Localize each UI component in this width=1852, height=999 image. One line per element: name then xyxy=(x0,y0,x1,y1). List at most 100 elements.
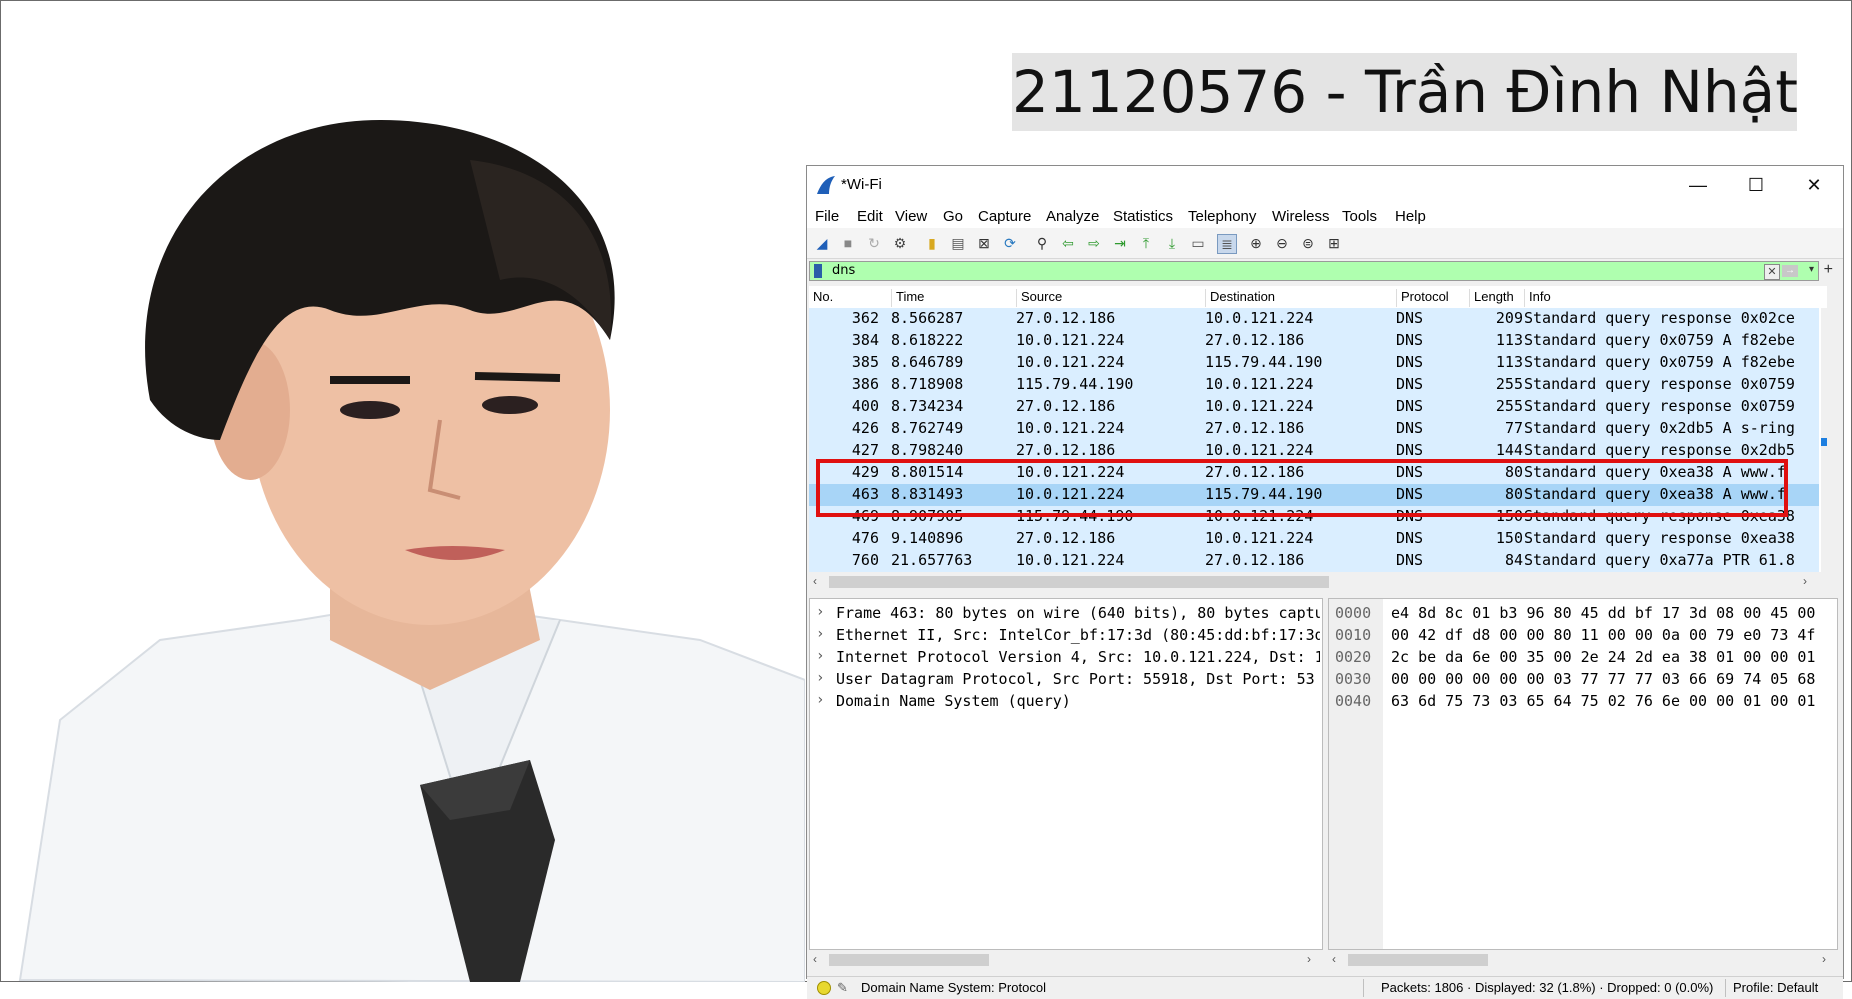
cell-len: 209 xyxy=(1495,309,1523,327)
add-filter-button[interactable]: + xyxy=(1824,261,1833,279)
display-filter-bar[interactable]: dns ✕ → ▾ xyxy=(809,261,1819,281)
menu-capture[interactable]: Capture xyxy=(978,208,1031,225)
close-file-icon[interactable]: ⊠ xyxy=(975,234,993,252)
packet-row[interactable]: 386 8.718908 115.79.44.190 10.0.121.224 DNS 2… xyxy=(809,374,1819,396)
detail-dns[interactable]: › Domain Name System (query) xyxy=(810,691,1320,713)
zoom-in-icon[interactable]: ⊕ xyxy=(1247,234,1265,252)
packet-row[interactable]: 760 21.657763 10.0.121.224 27.0.12.186 DNS 84… xyxy=(809,550,1819,572)
cell-proto: DNS xyxy=(1396,441,1424,459)
status-profile[interactable]: Profile: Default xyxy=(1733,980,1818,995)
find-packet-icon[interactable]: ⚲ xyxy=(1033,234,1051,252)
first-packet-icon[interactable]: ⤒ xyxy=(1137,234,1155,252)
cell-no: 760 xyxy=(851,551,879,569)
details-hscroll[interactable]: ‹ › xyxy=(809,950,1323,970)
packet-row[interactable]: 384 8.618222 10.0.121.224 27.0.12.186 DNS 113… xyxy=(809,330,1819,352)
stop-capture-icon[interactable]: ■ xyxy=(839,234,857,252)
maximize-button[interactable]: ☐ xyxy=(1733,170,1779,200)
last-packet-icon[interactable]: ⤓ xyxy=(1163,234,1181,252)
go-forward-icon[interactable]: ⇨ xyxy=(1085,234,1103,252)
detail-ethernet[interactable]: › Ethernet II, Src: IntelCor_bf:17:3d (80… xyxy=(810,625,1320,647)
cell-dst: 10.0.121.224 xyxy=(1205,441,1314,459)
auto-scroll-icon[interactable]: ▭ xyxy=(1189,234,1207,252)
open-file-icon[interactable]: ▮ xyxy=(923,234,941,252)
menu-file[interactable]: File xyxy=(815,208,839,225)
col-protocol[interactable]: Protocol xyxy=(1396,289,1449,307)
cell-dst: 10.0.121.224 xyxy=(1205,397,1314,415)
packet-row[interactable]: 385 8.646789 10.0.121.224 115.79.44.190 DNS 1… xyxy=(809,352,1819,374)
highlight-box xyxy=(816,459,1788,517)
capture-options-icon[interactable]: ⚙ xyxy=(891,234,909,252)
packet-row[interactable]: 362 8.566287 27.0.12.186 10.0.121.224 DNS 209… xyxy=(809,308,1819,330)
menu-view[interactable]: View xyxy=(895,208,927,225)
expand-icon[interactable]: › xyxy=(816,604,824,620)
go-back-icon[interactable]: ⇦ xyxy=(1059,234,1077,252)
packet-list-hscroll[interactable]: ‹ › xyxy=(809,572,1819,592)
cell-time: 8.798240 xyxy=(891,441,964,459)
bookmark-icon[interactable] xyxy=(814,264,822,278)
detail-frame[interactable]: › Frame 463: 80 bytes on wire (640 bits),… xyxy=(810,603,1320,625)
packet-details-pane: › Frame 463: 80 bytes on wire (640 bits),… xyxy=(809,598,1323,950)
hscroll-thumb[interactable] xyxy=(1348,954,1488,966)
filter-history-dropdown[interactable]: ▾ xyxy=(1809,264,1814,275)
resize-columns-icon[interactable]: ⊞ xyxy=(1325,234,1343,252)
menu-tools[interactable]: Tools xyxy=(1342,208,1377,225)
restart-capture-icon[interactable]: ↻ xyxy=(865,234,883,252)
hscroll-thumb[interactable] xyxy=(829,576,1329,588)
menu-go[interactable]: Go xyxy=(943,208,963,225)
bytes-hscroll[interactable]: ‹ › xyxy=(1328,950,1838,970)
scroll-right-icon[interactable]: › xyxy=(1803,574,1807,588)
cell-proto: DNS xyxy=(1396,331,1424,349)
bytes-row[interactable]: 0030 00 00 00 00 00 00 03 77 77 77 03 66 … xyxy=(1329,669,1837,691)
scroll-right-icon[interactable]: › xyxy=(1822,952,1826,966)
col-destination[interactable]: Destination xyxy=(1205,289,1275,307)
col-no[interactable]: No. xyxy=(809,289,833,307)
save-file-icon[interactable]: ▤ xyxy=(949,234,967,252)
clear-filter-button[interactable]: ✕ xyxy=(1764,264,1780,280)
detail-ipv4[interactable]: › Internet Protocol Version 4, Src: 10.0.… xyxy=(810,647,1320,669)
cell-info: Standard query response 0x2db5 xyxy=(1524,441,1795,459)
col-length[interactable]: Length xyxy=(1469,289,1514,307)
colorize-icon[interactable]: ≣ xyxy=(1217,234,1237,254)
edit-comment-icon[interactable]: ✎ xyxy=(837,980,848,996)
reload-file-icon[interactable]: ⟳ xyxy=(1001,234,1019,252)
cell-info: Standard query 0xa77a PTR 61.8 xyxy=(1524,551,1795,569)
normal-size-icon[interactable]: ⊜ xyxy=(1299,234,1317,252)
bytes-row[interactable]: 0010 00 42 df d8 00 00 80 11 00 00 0a 00 … xyxy=(1329,625,1837,647)
bytes-row[interactable]: 0000 e4 8d 8c 01 b3 96 80 45 dd bf 17 3d … xyxy=(1329,603,1837,625)
go-to-packet-icon[interactable]: ⇥ xyxy=(1111,234,1129,252)
menu-help[interactable]: Help xyxy=(1395,208,1426,225)
scroll-left-icon[interactable]: ‹ xyxy=(1332,952,1336,966)
zoom-out-icon[interactable]: ⊖ xyxy=(1273,234,1291,252)
menu-telephony[interactable]: Telephony xyxy=(1188,208,1256,225)
packet-row[interactable]: 476 9.140896 27.0.12.186 10.0.121.224 DNS 150… xyxy=(809,528,1819,550)
scroll-left-icon[interactable]: ‹ xyxy=(813,952,817,966)
scroll-left-icon[interactable]: ‹ xyxy=(813,574,817,588)
hscroll-thumb[interactable] xyxy=(829,954,989,966)
menu-statistics[interactable]: Statistics xyxy=(1113,208,1173,225)
menu-wireless[interactable]: Wireless xyxy=(1272,208,1330,225)
packet-row[interactable]: 400 8.734234 27.0.12.186 10.0.121.224 DNS 255… xyxy=(809,396,1819,418)
display-filter-input[interactable]: dns xyxy=(832,263,855,278)
menu-edit[interactable]: Edit xyxy=(857,208,883,225)
bytes-row[interactable]: 0040 63 6d 75 73 03 65 64 75 02 76 6e 00 … xyxy=(1329,691,1837,713)
bytes-row[interactable]: 0020 2c be da 6e 00 35 00 2e 24 2d ea 38 … xyxy=(1329,647,1837,669)
packet-list-vscroll[interactable] xyxy=(1821,308,1827,572)
expert-info-icon[interactable] xyxy=(817,981,831,995)
col-source[interactable]: Source xyxy=(1016,289,1062,307)
close-button[interactable]: ✕ xyxy=(1791,170,1837,200)
col-time[interactable]: Time xyxy=(891,289,924,307)
packet-row[interactable]: 426 8.762749 10.0.121.224 27.0.12.186 DNS 77 S… xyxy=(809,418,1819,440)
expand-icon[interactable]: › xyxy=(816,670,824,686)
cell-no: 384 xyxy=(851,331,879,349)
scroll-right-icon[interactable]: › xyxy=(1307,952,1311,966)
cell-dst: 10.0.121.224 xyxy=(1205,529,1314,547)
start-capture-icon[interactable]: ◢ xyxy=(813,234,831,252)
menu-analyze[interactable]: Analyze xyxy=(1046,208,1099,225)
minimize-button[interactable]: — xyxy=(1675,170,1721,200)
expand-icon[interactable]: › xyxy=(816,692,824,708)
apply-filter-button[interactable]: → xyxy=(1782,265,1798,277)
detail-udp[interactable]: › User Datagram Protocol, Src Port: 55918… xyxy=(810,669,1320,691)
expand-icon[interactable]: › xyxy=(816,626,824,642)
col-info[interactable]: Info xyxy=(1524,289,1551,307)
expand-icon[interactable]: › xyxy=(816,648,824,664)
